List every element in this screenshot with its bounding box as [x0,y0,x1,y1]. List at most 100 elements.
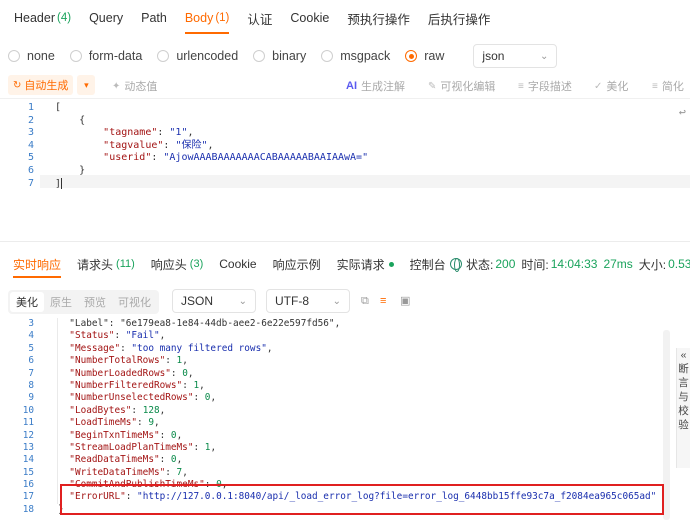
line-number: 6 [28,355,34,367]
beautify-button[interactable]: ✓ 美化 [594,78,628,94]
tab-header[interactable]: Header (4) [14,0,71,36]
json-key: "StreamLoadPlanTimeMs" [69,441,194,453]
tab-count: (3) [189,258,204,270]
view-mode-button[interactable]: 可视化 [112,292,157,312]
radio-label: none [27,49,55,63]
tab-path[interactable]: Path [141,0,167,36]
line-number: 13 [22,441,34,453]
code-line: "Status": "Fail", [69,330,166,342]
simplify-button[interactable]: ≡ 简化 [652,78,684,94]
tab-query[interactable]: Query [89,0,123,36]
duration-value: 27ms [603,257,633,271]
side-panel-char: 断 [678,363,689,375]
json-value: 0 [170,429,177,441]
chevron-down-icon: ⌄ [238,295,247,307]
tab-label: 请求头 [77,257,114,272]
copy-icon[interactable]: ⧉ [361,296,372,307]
line-number-gutter: 1234567 [0,102,40,190]
json-key: "LoadBytes" [69,404,132,416]
visual-edit-button[interactable]: ✎ 可视化编辑 [428,78,495,94]
radio-urlencoded[interactable]: urlencoded [157,49,238,63]
response-tab[interactable]: 请求头 (11) [77,250,135,278]
tab-后执行操作[interactable]: 后执行操作 [428,0,491,36]
view-mode-group: 美化 原生 预览 可视化 [8,290,159,314]
code-line: "LoadBytes": 128, [69,404,166,416]
response-tab[interactable]: 响应头 (3) [151,250,203,278]
line-number-gutter: 3 4 5 6 7 8 9 10 11 12 13 14 15 16 17 18 [0,318,36,516]
auto-generate-label: 自动生成 [24,80,69,92]
tab-预执行操作[interactable]: 预执行操作 [347,0,410,36]
globe-icon [450,258,462,272]
radio-label: raw [424,49,445,63]
radio-form-data[interactable]: form-data [69,49,142,63]
response-tab[interactable]: 实际请求 [337,250,394,278]
scrollbar[interactable] [663,330,670,520]
response-tab[interactable]: 实时响应 [13,250,62,278]
tab-label: 实际请求 [336,257,385,272]
raw-format-select[interactable]: json ⌄ [473,44,558,68]
tab-label: Cookie [219,257,257,271]
tab-认证[interactable]: 认证 [247,0,272,36]
line-number: 16 [22,479,34,491]
code-line: "Label": "6e179ea8-1e84-44db-aee2-6e22e5… [58,318,656,330]
view-mode-button[interactable]: 预览 [78,292,112,312]
radio-binary[interactable]: binary [253,49,306,63]
json-value: "too many filtered rows" [131,342,267,354]
view-mode-button[interactable]: 美化 [10,292,44,312]
beautify-label: 美化 [606,81,629,93]
radio-raw[interactable]: raw [405,49,444,63]
side-panel-char: 与 [678,391,689,403]
json-value: 1 [176,355,183,367]
response-encoding-select[interactable]: UTF-8 ⌄ [266,289,350,313]
line-number: 1 [27,102,34,113]
body-type-selector: none form-data urlencoded binary msgpack raw … [8,44,558,68]
wrap-lines-icon[interactable]: ↩ [679,105,686,119]
brush-icon: ✓ [594,80,603,92]
error-url-highlight [60,484,664,515]
code-line: "Message": "too many filtered rows", [69,342,273,354]
request-code: [ { "tagname": "1", "tagvalue": "保险", "u… [55,102,368,190]
tab-label: Path [141,11,167,25]
tab-label: 预执行操作 [347,12,410,27]
save-icon[interactable]: ▣ [400,296,411,307]
tab-body[interactable]: Body (1) [184,0,229,36]
response-tab[interactable]: 响应示例 [273,250,321,278]
view-mode-button[interactable]: 原生 [44,292,78,312]
json-key: "LoadTimeMs" [69,417,138,429]
json-value: 128 [142,404,160,416]
code-line: "StreamLoadPlanTimeMs": 1, [69,441,217,453]
line-number: 4 [28,330,34,342]
code-line: "userid": "AjowAAABAAAAAAACABAAAAABAAIAA… [103,152,369,164]
assertion-panel-toggle[interactable]: « 断言与校验 [676,348,690,468]
tab-cookie[interactable]: Cookie [290,0,329,36]
code-text: "Label": "6e179ea8-1e84-44db-aee2-6e22e5… [58,318,341,329]
radio-none[interactable]: none [8,49,55,63]
refresh-icon: ↻ [13,79,22,91]
json-key: "Status" [69,330,115,342]
json-value: 1 [193,379,200,391]
line-number: 4 [27,139,34,151]
tab-label: Cookie [290,11,330,25]
format-icon[interactable]: ≡ [380,296,391,307]
magic-icon: ✦ [112,80,121,92]
request-body-editor[interactable]: 1234567 [ { "tagname": "1", "tagvalue": … [0,98,690,236]
dynamic-value-button[interactable]: ✦ 动态值 [112,78,157,94]
response-tab[interactable]: Cookie [219,250,256,278]
line-number: 17 [22,491,34,503]
field-desc-button[interactable]: ≡ 字段描述 [518,78,572,94]
response-format-select[interactable]: JSON ⌄ [172,289,256,313]
json-key: "WriteDataTimeMs" [69,466,166,478]
status-label: 状态: [466,257,494,272]
panel-divider[interactable] [0,241,690,242]
side-panel-char: 言 [678,377,689,389]
json-value: 0 [204,392,211,404]
radio-label: binary [272,49,307,63]
auto-generate-button[interactable]: ↻ 自动生成 [8,75,74,95]
generate-comments-button[interactable]: AI 生成注解 [346,78,405,94]
auto-generate-dropdown[interactable]: ▾ [77,75,96,95]
line-number: 15 [22,466,34,478]
response-tab[interactable]: 控制台 [410,250,446,278]
line-number: 9 [28,392,34,404]
radio-msgpack[interactable]: msgpack [321,49,390,63]
json-key: "BeginTxnTimeMs" [69,429,160,441]
